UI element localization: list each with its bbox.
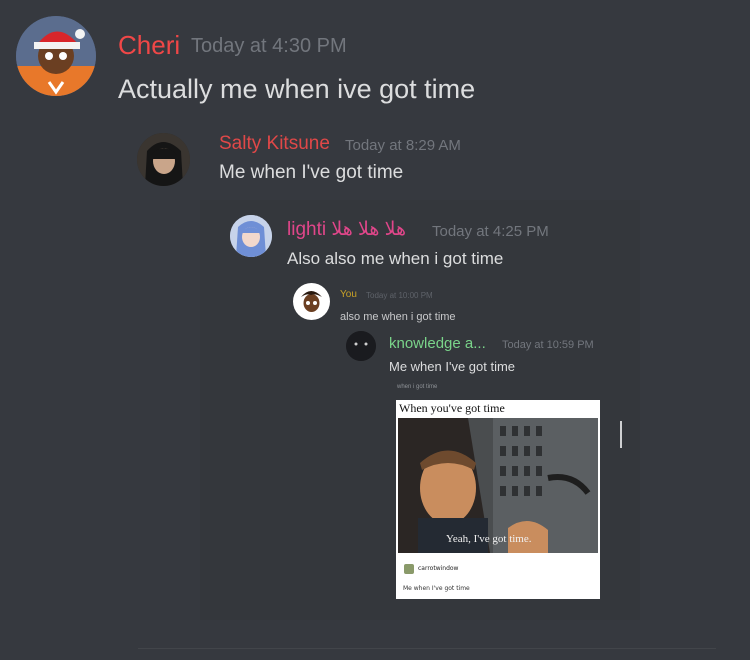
lighti-username: lighti هلا هلا هلا (287, 219, 406, 240)
divider (138, 648, 716, 649)
text-cursor (620, 421, 622, 448)
meme-subtitle: Yeah, I've got time. (446, 533, 532, 545)
salty-kitsune-username: Salty Kitsune (219, 133, 330, 154)
you-avatar-icon (293, 283, 330, 320)
meme-footer: carrotwindow Me when I've got time (396, 555, 600, 599)
carrotwindow-avatar-icon (404, 564, 414, 574)
lighti-message-text: Also also me when i got time (287, 249, 504, 268)
you-message-text: also me when i got time (340, 311, 456, 323)
you-username: You (340, 289, 357, 300)
salty-kitsune-message-text: Me when I've got time (219, 162, 404, 183)
footer-text: Me when I've got time (403, 585, 470, 592)
you-timestamp: Today at 10:00 PM (366, 291, 433, 300)
lighti-timestamp: Today at 4:25 PM (432, 223, 549, 240)
salty-kitsune-timestamp: Today at 8:29 AM (345, 137, 461, 154)
knowledge-message-text: Me when I've got time (389, 359, 516, 374)
meme-image[interactable]: When you've got time Yeah, I've got time… (396, 400, 600, 599)
meme-caption: When you've got time (399, 401, 505, 415)
meme-scene: Yeah, I've got time. (398, 418, 598, 553)
cheri-timestamp: Today at 4:30 PM (191, 35, 347, 57)
knowledge-username: knowledge a... (389, 335, 486, 352)
knowledge-timestamp: Today at 10:59 PM (502, 339, 594, 351)
knowledge-avatar-icon (346, 331, 376, 361)
cheri-message-text: Actually me when ive got time (118, 74, 476, 104)
salty-kitsune-avatar-icon (137, 133, 190, 186)
footer-username: carrotwindow (418, 565, 459, 572)
cheri-avatar-icon[interactable] (16, 16, 96, 96)
lighti-avatar-icon (230, 215, 272, 257)
knowledge-subtext: when i got time (397, 384, 438, 390)
cheri-username[interactable]: Cheri (118, 30, 180, 61)
